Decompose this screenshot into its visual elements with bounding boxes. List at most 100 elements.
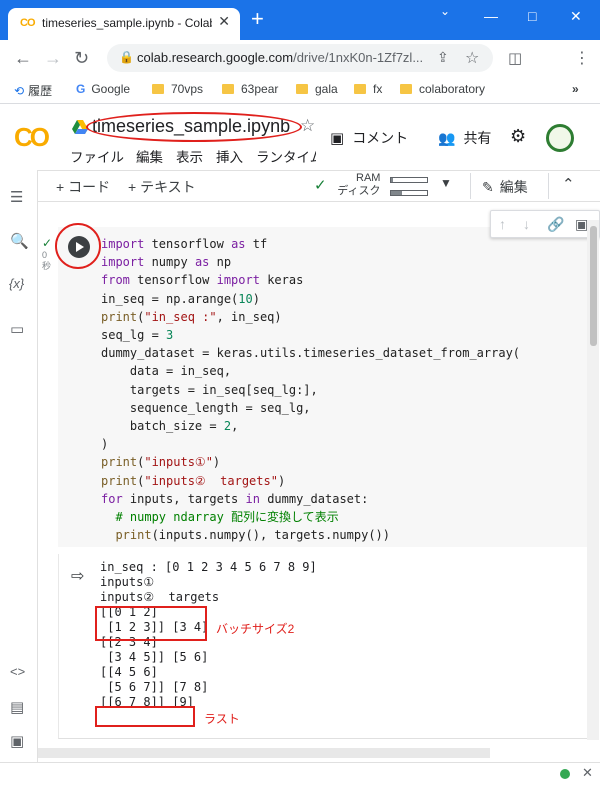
batch-highlight-box [95, 606, 207, 641]
code-line: import numpy as np [101, 255, 232, 270]
code-line: print("in_seq :", in_seq) [101, 309, 282, 324]
forward-icon[interactable]: → [44, 48, 62, 69]
table-of-contents-icon[interactable]: ☰ [10, 188, 23, 206]
execution-time: 0 秒 [42, 250, 51, 272]
menu-edit[interactable]: 編集 [136, 146, 163, 166]
bookmark-google[interactable]: G Google [76, 82, 130, 96]
output-line: inputs② targets [100, 590, 220, 604]
tab-search-icon[interactable]: ⌄ [440, 4, 450, 18]
lock-icon: 🔒 [119, 50, 134, 64]
bookmark-star-icon[interactable]: ☆ [465, 48, 479, 68]
colab-header: CO timeseries_sample.ipynb ☆ ファイル 編集 表示 … [0, 104, 600, 170]
tab-close-icon[interactable]: ✕ [218, 13, 230, 30]
bookmark-label: 履歴 [28, 84, 53, 98]
disk-label: ディスク [337, 185, 381, 197]
share-page-icon[interactable]: ⇪ [437, 49, 449, 66]
menu-insert[interactable]: 挿入 [216, 146, 243, 166]
output-line: [5 6 7]] [7 8] [100, 680, 209, 694]
people-icon: 👥 [438, 130, 456, 146]
comment-icon: ▣ [330, 130, 345, 147]
bookmark-70vps[interactable]: 70vps [152, 82, 203, 96]
bookmark-63pear[interactable]: 63pear [222, 82, 278, 96]
bookmark-fx[interactable]: fx [354, 82, 382, 96]
browser-tab[interactable]: CO timeseries_sample.ipynb - Colab ✕ [8, 8, 240, 40]
reload-icon[interactable]: ↻ [74, 48, 89, 69]
menu-view[interactable]: 表示 [176, 146, 203, 166]
code-line: print("inputs② targets") [101, 473, 286, 488]
move-down-icon[interactable]: ↓ [523, 216, 530, 232]
code-line: sequence_length = seq_lg, [101, 400, 311, 415]
code-line: # numpy ndarray 配列に変換して表示 [115, 510, 339, 525]
status-close-icon[interactable]: ✕ [582, 765, 593, 781]
back-icon[interactable]: ← [14, 48, 32, 69]
edit-mode-button[interactable]: ✎ 編集 [482, 177, 528, 197]
pencil-icon: ✎ [482, 179, 494, 195]
files-folder-icon[interactable]: ▭ [10, 320, 24, 338]
bookmark-label: gala [315, 82, 338, 96]
code-line: print("inputs①") [101, 455, 221, 470]
collapse-header-icon[interactable]: ⌃ [562, 175, 575, 193]
user-avatar[interactable] [546, 124, 574, 152]
folder-icon [296, 84, 308, 94]
code-cell[interactable]: import tensorflow as tf import numpy as n… [58, 227, 588, 547]
colab-favicon-icon: CO [20, 17, 35, 29]
output-line: [[4 5 6] [100, 665, 158, 679]
variables-icon[interactable]: {x} [9, 276, 24, 291]
bookmark-gala[interactable]: gala [296, 82, 338, 96]
minimize-button[interactable]: — [484, 8, 498, 24]
bookmark-label: fx [373, 82, 383, 96]
code-line: dummy_dataset = keras.utils.timeseries_d… [101, 346, 521, 361]
menu-runtime[interactable]: ランタイム [256, 146, 316, 166]
folder-icon [400, 84, 412, 94]
code-line: ) [101, 437, 109, 452]
tab-title: timeseries_sample.ipynb - Colab [42, 16, 212, 30]
share-label: 共有 [463, 130, 492, 146]
folder-icon [354, 84, 366, 94]
command-palette-icon[interactable]: ▤ [10, 698, 24, 716]
code-line: targets = in_seq[seq_lg:], [101, 382, 318, 397]
code-line: batch_size = 2, [101, 419, 239, 434]
maximize-button[interactable]: □ [528, 8, 536, 24]
browser-tab-bar: CO timeseries_sample.ipynb - Colab ✕ + ⌄… [0, 0, 600, 40]
resource-labels[interactable]: RAM ディスク [337, 172, 381, 198]
code-line: print(inputs.numpy(), targets.numpy()) [115, 528, 390, 543]
exec-time-value: 0 [42, 250, 48, 260]
close-window-button[interactable]: ✕ [570, 8, 582, 25]
side-panel-icon[interactable]: ◫ [508, 49, 522, 67]
comment-button[interactable]: ▣ コメント [330, 128, 408, 148]
runtime-dropdown-icon[interactable]: ▼ [440, 176, 452, 190]
new-tab-button[interactable]: + [251, 6, 264, 32]
code-snippets-icon[interactable]: <> [10, 664, 25, 679]
terminal-icon[interactable]: ▣ [10, 732, 24, 750]
code-line: from tensorflow import keras [101, 273, 304, 288]
menu-file[interactable]: ファイル [70, 146, 124, 166]
add-code-button[interactable]: + コード [56, 177, 110, 197]
share-button[interactable]: 👥 共有 [438, 128, 491, 148]
folder-icon [152, 84, 164, 94]
output-clear-icon[interactable]: ⇨ [71, 566, 84, 586]
link-icon[interactable]: 🔗 [547, 216, 564, 233]
left-sidebar: ☰ 🔍 {x} ▭ <> ▤ ▣ [0, 170, 38, 762]
url-bar[interactable]: 🔒 colab.research.google.com/drive/1nxK0n… [107, 44, 493, 72]
bookmark-colaboratory[interactable]: colaboratory [400, 82, 485, 96]
bookmark-history[interactable]: ⟲ 履歴 [14, 82, 52, 99]
code-line: seq_lg = 3 [101, 328, 174, 343]
last-annotation: ラスト [204, 712, 240, 726]
colab-logo[interactable]: CO [14, 122, 50, 153]
notebook-area: import tensorflow as tf import numpy as n… [38, 202, 600, 762]
more-bookmarks-icon[interactable]: » [572, 82, 579, 96]
settings-gear-icon[interactable]: ⚙ [510, 126, 526, 147]
star-notebook-icon[interactable]: ☆ [300, 116, 315, 136]
vertical-scroll-thumb[interactable] [590, 226, 597, 346]
code-editor[interactable]: import tensorflow as tf import numpy as n… [101, 235, 520, 544]
code-line: for inputs, targets in dummy_dataset: [101, 491, 369, 506]
address-bar-row: ← → ↻ 🔒 colab.research.google.com/drive/… [0, 40, 600, 107]
ram-usage-bar [390, 177, 428, 183]
search-icon[interactable]: 🔍 [10, 232, 29, 250]
move-up-icon[interactable]: ↑ [499, 216, 506, 232]
add-text-button[interactable]: + テキスト [128, 177, 196, 197]
ram-label: RAM [356, 172, 381, 184]
ram-usage-fill [391, 178, 393, 182]
browser-menu-icon[interactable]: ⋮ [574, 48, 590, 68]
horizontal-scrollbar[interactable] [38, 748, 490, 758]
